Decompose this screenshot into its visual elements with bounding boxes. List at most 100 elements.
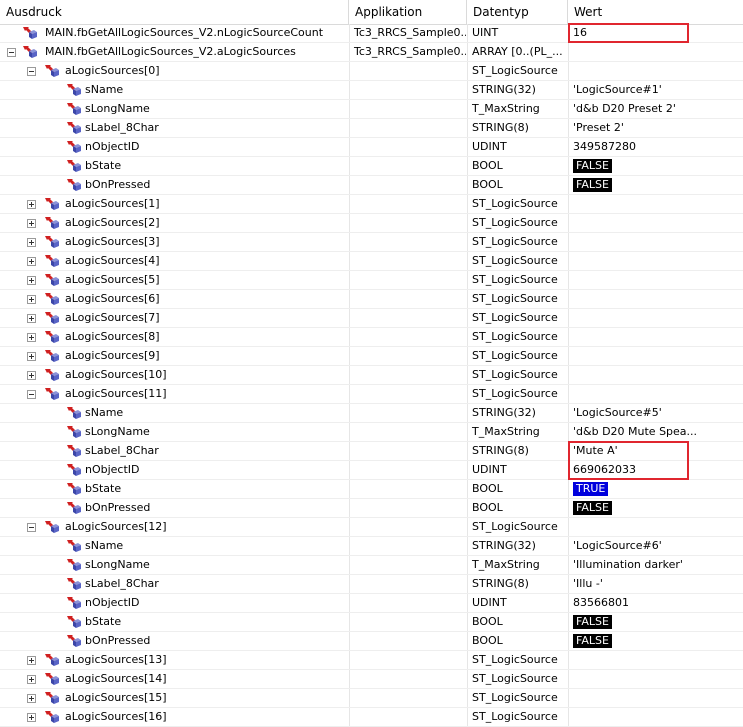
collapse-icon[interactable] xyxy=(27,523,36,532)
table-row[interactable]: aLogicSources[10] ST_LogicSource xyxy=(0,366,743,385)
table-row[interactable]: aLogicSources[13] ST_LogicSource xyxy=(0,651,743,670)
value-cell[interactable]: TRUE xyxy=(568,480,743,498)
value-cell[interactable]: 'd&b D20 Preset 2' xyxy=(568,100,743,118)
expression-label: sName xyxy=(85,83,124,96)
table-row[interactable]: aLogicSources[4] ST_LogicSource xyxy=(0,252,743,271)
expand-icon[interactable] xyxy=(27,219,36,228)
expand-icon[interactable] xyxy=(27,295,36,304)
value-cell[interactable] xyxy=(568,195,743,213)
column-header-application[interactable]: Applikation xyxy=(349,0,467,24)
table-row[interactable]: sLongName T_MaxString'd&b D20 Preset 2' xyxy=(0,100,743,119)
expand-icon[interactable] xyxy=(27,333,36,342)
application-cell xyxy=(349,423,466,441)
table-row[interactable]: bState BOOL FALSE xyxy=(0,613,743,632)
table-row[interactable]: aLogicSources[9] ST_LogicSource xyxy=(0,347,743,366)
table-row[interactable]: aLogicSources[11] ST_LogicSource xyxy=(0,385,743,404)
datatype-cell: ST_LogicSource xyxy=(467,252,567,270)
value-cell[interactable] xyxy=(568,43,743,61)
table-row[interactable]: aLogicSources[6] ST_LogicSource xyxy=(0,290,743,309)
value-cell[interactable]: 349587280 xyxy=(568,138,743,156)
expand-icon[interactable] xyxy=(27,675,36,684)
variable-icon xyxy=(67,426,81,438)
table-row[interactable]: nObjectID UDINT 349587280 xyxy=(0,138,743,157)
value-cell[interactable] xyxy=(568,252,743,270)
expression-label: sLabel_8Char xyxy=(85,577,159,590)
table-row[interactable]: nObjectID UDINT 83566801 xyxy=(0,594,743,613)
value-cell[interactable] xyxy=(568,689,743,707)
value-cell[interactable] xyxy=(568,309,743,327)
variable-icon xyxy=(45,198,59,210)
table-row[interactable]: bOnPressed BOOL FALSE xyxy=(0,499,743,518)
value-cell[interactable] xyxy=(568,518,743,536)
table-row[interactable]: sName STRING(32) 'LogicSource#1' xyxy=(0,81,743,100)
table-row[interactable]: aLogicSources[12] ST_LogicSource xyxy=(0,518,743,537)
value-cell[interactable]: 'LogicSource#1' xyxy=(568,81,743,99)
expand-icon[interactable] xyxy=(27,238,36,247)
table-row[interactable]: aLogicSources[15] ST_LogicSource xyxy=(0,689,743,708)
table-row[interactable]: bOnPressed BOOL FALSE xyxy=(0,632,743,651)
table-row[interactable]: sLongName T_MaxString 'Illumination darker… xyxy=(0,556,743,575)
table-row[interactable]: aLogicSources[16] ST_LogicSource xyxy=(0,708,743,727)
table-row[interactable]: aLogicSources[1] ST_LogicSource xyxy=(0,195,743,214)
column-header-datatype[interactable]: Datentyp xyxy=(467,0,568,24)
value-cell[interactable] xyxy=(568,708,743,726)
table-row[interactable]: aLogicSources[7] ST_LogicSource xyxy=(0,309,743,328)
value-cell[interactable] xyxy=(568,651,743,669)
value-cell[interactable] xyxy=(568,233,743,251)
value-cell[interactable]: 'Illumination darker' xyxy=(568,556,743,574)
value-cell[interactable]: FALSE xyxy=(568,499,743,517)
expand-icon[interactable] xyxy=(27,713,36,722)
collapse-icon[interactable] xyxy=(7,48,16,57)
expand-icon[interactable] xyxy=(27,656,36,665)
expression-label: aLogicSources[6] xyxy=(65,292,160,305)
value-cell[interactable]: FALSE xyxy=(568,632,743,650)
value-cell[interactable] xyxy=(568,271,743,289)
value-cell[interactable]: 'Preset 2' xyxy=(568,119,743,137)
value-cell[interactable] xyxy=(568,62,743,80)
table-row[interactable]: sLabel_8Char STRING(8) 'Illu -' xyxy=(0,575,743,594)
expand-icon[interactable] xyxy=(27,694,36,703)
expand-icon[interactable] xyxy=(27,314,36,323)
table-row[interactable]: aLogicSources[8] ST_LogicSource xyxy=(0,328,743,347)
value-cell[interactable]: 'LogicSource#5' xyxy=(568,404,743,422)
value-cell[interactable] xyxy=(568,385,743,403)
value-cell[interactable]: FALSE xyxy=(568,176,743,194)
table-row[interactable]: MAIN.fbGetAllLogicSources_V2.aLogicSourc… xyxy=(0,43,743,62)
value-cell[interactable] xyxy=(568,290,743,308)
value-cell[interactable]: 'Illu -' xyxy=(568,575,743,593)
application-cell: Tc3_RRCS_Sample0... xyxy=(349,43,466,61)
table-row[interactable]: aLogicSources[5] ST_LogicSource xyxy=(0,271,743,290)
value-cell[interactable] xyxy=(568,214,743,232)
value-cell[interactable]: 'd&b D20 Mute Spea... xyxy=(568,423,743,441)
expand-icon[interactable] xyxy=(27,371,36,380)
expand-icon[interactable] xyxy=(27,352,36,361)
table-row[interactable]: bOnPressed BOOL FALSE xyxy=(0,176,743,195)
value-cell[interactable] xyxy=(568,347,743,365)
table-row[interactable]: sName STRING(32) 'LogicSource#6' xyxy=(0,537,743,556)
value-cell[interactable]: 'LogicSource#6' xyxy=(568,537,743,555)
expression-label: aLogicSources[7] xyxy=(65,311,160,324)
expand-icon[interactable] xyxy=(27,200,36,209)
application-cell xyxy=(349,594,466,612)
value-cell[interactable]: 83566801 xyxy=(568,594,743,612)
collapse-icon[interactable] xyxy=(27,67,36,76)
table-row[interactable]: sName STRING(32) 'LogicSource#5' xyxy=(0,404,743,423)
value-cell[interactable]: FALSE xyxy=(568,157,743,175)
table-row[interactable]: bState BOOL FALSE xyxy=(0,157,743,176)
table-row[interactable]: aLogicSources[0] ST_LogicSource xyxy=(0,62,743,81)
table-row[interactable]: sLongName T_MaxString'd&b D20 Mute Spea..… xyxy=(0,423,743,442)
expand-icon[interactable] xyxy=(27,276,36,285)
collapse-icon[interactable] xyxy=(27,390,36,399)
table-row[interactable]: aLogicSources[3] ST_LogicSource xyxy=(0,233,743,252)
table-row[interactable]: aLogicSources[2] ST_LogicSource xyxy=(0,214,743,233)
column-header-value[interactable]: Wert xyxy=(568,0,743,24)
expand-icon[interactable] xyxy=(27,257,36,266)
value-cell[interactable] xyxy=(568,328,743,346)
table-row[interactable]: sLabel_8Char STRING(8) 'Preset 2' xyxy=(0,119,743,138)
column-header-expression[interactable]: Ausdruck xyxy=(0,0,349,24)
table-row[interactable]: aLogicSources[14] ST_LogicSource xyxy=(0,670,743,689)
value-cell[interactable] xyxy=(568,670,743,688)
value-cell[interactable]: FALSE xyxy=(568,613,743,631)
table-row[interactable]: bState BOOL TRUE xyxy=(0,480,743,499)
value-cell[interactable] xyxy=(568,366,743,384)
